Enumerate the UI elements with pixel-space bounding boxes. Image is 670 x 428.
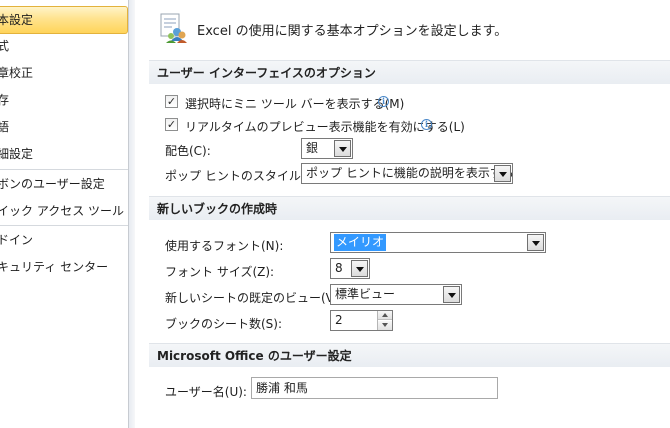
stepper-down-icon[interactable] bbox=[378, 321, 392, 330]
sidebar-item-label: ドイン bbox=[0, 233, 34, 247]
screentip-style-label: ポップ ヒントのスタイル(R): bbox=[165, 169, 323, 183]
options-sidebar: 本設定 式 章校正 存 語 細設定 ボンのユーザー設定 イック アクセス ツール… bbox=[0, 0, 129, 428]
stepper-up-icon[interactable] bbox=[378, 311, 392, 320]
user-name-input[interactable]: 勝浦 和馬 bbox=[251, 377, 498, 399]
sidebar-item-label: 存 bbox=[0, 93, 10, 107]
sidebar-item-formulas[interactable]: 式 bbox=[0, 33, 128, 59]
sidebar-divider bbox=[0, 225, 128, 226]
chevron-down-icon[interactable] bbox=[334, 140, 351, 157]
sheet-count-value: 2 bbox=[335, 313, 343, 327]
sidebar-item-label: 式 bbox=[0, 39, 10, 53]
sidebar-item-addins[interactable]: ドイン bbox=[0, 227, 128, 253]
sidebar-item-trust-center[interactable]: キュリティ センター bbox=[0, 254, 128, 280]
sidebar-item-label: キュリティ センター bbox=[0, 260, 109, 274]
color-scheme-value: 銀 bbox=[306, 141, 319, 155]
sidebar-item-label: 章校正 bbox=[0, 66, 34, 80]
chevron-down-icon[interactable] bbox=[351, 260, 368, 277]
sidebar-item-save[interactable]: 存 bbox=[0, 87, 128, 113]
section-ui-options-title: ユーザー インターフェイスのオプション bbox=[149, 60, 670, 84]
font-label: 使用するフォント(N): bbox=[165, 239, 284, 253]
sidebar-item-language[interactable]: 語 bbox=[0, 114, 128, 140]
live-preview-checkbox[interactable]: ✓ bbox=[165, 118, 178, 131]
sidebar-divider bbox=[0, 169, 128, 170]
default-view-label: 新しいシートの既定のビュー(V): bbox=[165, 291, 343, 305]
screentip-style-value: ポップ ヒントに機能の説明を表示する bbox=[306, 166, 514, 180]
info-icon: i bbox=[421, 119, 432, 130]
chevron-down-icon[interactable] bbox=[494, 165, 511, 182]
default-view-value: 標準ビュー bbox=[335, 287, 396, 301]
chevron-down-icon[interactable] bbox=[527, 234, 544, 251]
sheet-count-label: ブックのシート数(S): bbox=[165, 317, 283, 331]
sidebar-item-label: 本設定 bbox=[0, 13, 34, 27]
sidebar-item-quick-access-toolbar[interactable]: イック アクセス ツール バー bbox=[0, 198, 128, 224]
color-scheme-label: 配色(C): bbox=[165, 144, 211, 158]
user-name-label: ユーザー名(U): bbox=[165, 385, 247, 399]
sidebar-item-label: 語 bbox=[0, 120, 10, 134]
mini-toolbar-checkbox[interactable]: ✓ bbox=[165, 95, 178, 108]
mini-toolbar-label[interactable]: 選択時にミニ ツール バーを表示する(M) bbox=[185, 95, 404, 112]
sidebar-item-label: イック アクセス ツール バー bbox=[0, 204, 128, 218]
font-size-label: フォント サイズ(Z): bbox=[165, 265, 275, 279]
sidebar-item-label: 細設定 bbox=[0, 147, 34, 161]
default-view-dropdown[interactable]: 標準ビュー bbox=[330, 284, 462, 305]
section-office-user-title: Microsoft Office のユーザー設定 bbox=[149, 343, 670, 367]
font-size-value: 8 bbox=[335, 261, 343, 275]
sheet-count-stepper[interactable]: 2 bbox=[330, 310, 393, 331]
screentip-style-dropdown[interactable]: ポップ ヒントに機能の説明を表示する bbox=[301, 163, 514, 184]
options-main-panel: Excel の使用に関する基本オプションを設定します。 ユーザー インターフェイ… bbox=[135, 0, 670, 428]
options-icon bbox=[158, 12, 188, 44]
sidebar-item-proofing[interactable]: 章校正 bbox=[0, 60, 128, 86]
sidebar-item-label: ボンのユーザー設定 bbox=[0, 177, 105, 191]
sidebar-item-general[interactable]: 本設定 bbox=[0, 6, 128, 34]
info-icon: i bbox=[378, 96, 389, 107]
font-dropdown[interactable]: メイリオ bbox=[330, 232, 546, 253]
stepper-buttons bbox=[377, 311, 392, 330]
color-scheme-dropdown[interactable]: 銀 bbox=[301, 138, 353, 159]
user-name-value: 勝浦 和馬 bbox=[256, 381, 308, 395]
sidebar-item-advanced[interactable]: 細設定 bbox=[0, 141, 128, 167]
sidebar-item-customize-ribbon[interactable]: ボンのユーザー設定 bbox=[0, 171, 128, 197]
section-new-workbook-title: 新しいブックの作成時 bbox=[149, 196, 670, 220]
chevron-down-icon[interactable] bbox=[443, 286, 460, 303]
page-description: Excel の使用に関する基本オプションを設定します。 bbox=[197, 24, 508, 39]
font-size-dropdown[interactable]: 8 bbox=[330, 258, 370, 279]
font-value: メイリオ bbox=[334, 234, 387, 251]
